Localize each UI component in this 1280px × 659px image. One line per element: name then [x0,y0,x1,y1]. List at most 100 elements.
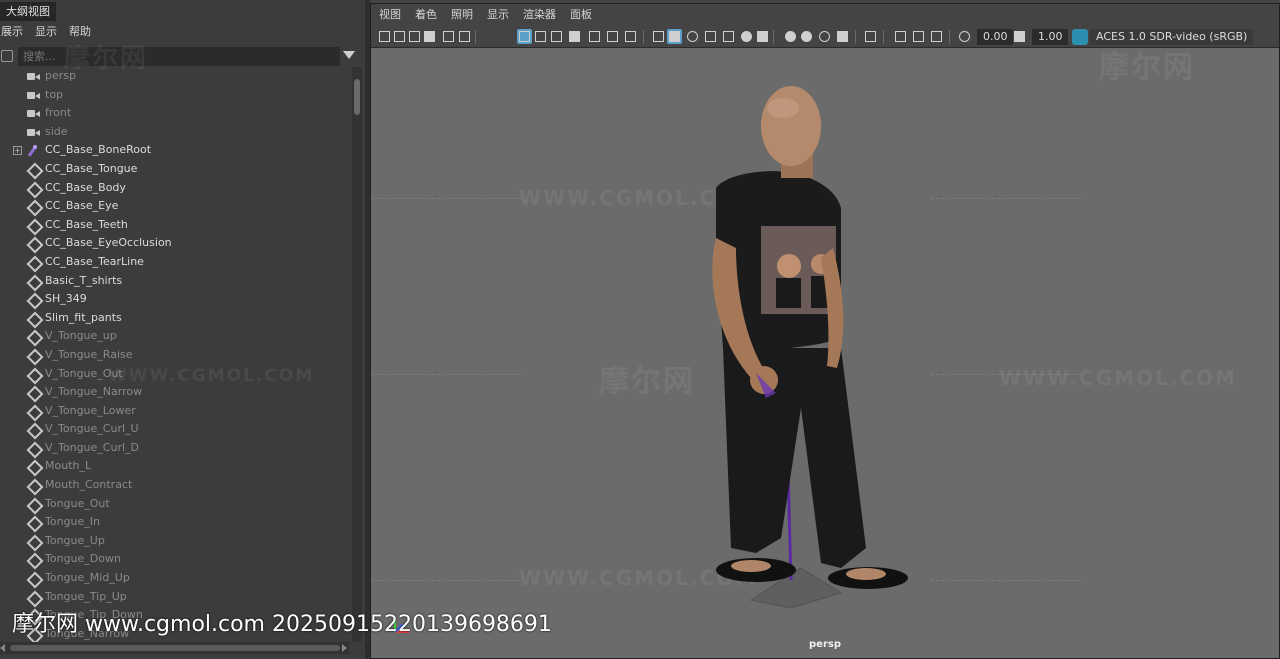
toolbar-glyph [379,31,390,42]
mesh-icon [27,276,41,287]
outliner-horizontal-scrollbar[interactable] [0,642,349,654]
outliner-item[interactable]: CC_Base_TearLine [0,253,349,272]
menu-view[interactable]: 视图 [379,4,401,26]
outliner-item[interactable]: front [0,104,349,123]
outliner-item-label: Mouth_Contract [45,478,133,492]
mesh-icon [27,406,41,417]
menu-shading[interactable]: 着色 [415,4,437,26]
outliner-item[interactable]: Mouth_L [0,457,349,476]
camera-gate-icon[interactable] [929,29,944,44]
outliner-item[interactable]: CC_Base_EyeOcclusion [0,234,349,253]
use-default-material-icon[interactable] [685,29,700,44]
smooth-shade-icon[interactable] [667,29,682,44]
outliner-title-tab[interactable]: 大纲视图 [0,2,56,21]
toolbar-separator [643,30,644,44]
film-gate-icon[interactable] [533,29,548,44]
search-dropdown-icon[interactable] [343,51,355,59]
outliner-item[interactable]: CC_Base_Body [0,179,349,198]
toolbar-glyph [757,31,768,42]
mesh-icon [27,220,41,231]
camera-icon [27,127,41,138]
outliner-item[interactable]: V_Tongue_up [0,327,349,346]
outliner-vertical-scrollbar[interactable] [352,67,362,642]
scroll-thumb[interactable] [354,79,360,115]
toolbar-glyph [409,31,420,42]
screen-space-ao-icon[interactable] [783,29,798,44]
expand-icon[interactable]: + [13,146,22,156]
motion-blur-icon[interactable] [799,29,814,44]
toolbar-glyph [741,31,752,42]
menu-panels[interactable]: 面板 [570,4,592,26]
select-camera-icon[interactable] [377,29,392,44]
grid-icon[interactable] [517,29,532,44]
grease-pencil-icon[interactable] [457,29,472,44]
color-management-icon[interactable] [1072,29,1088,45]
depth-of-field-icon[interactable] [835,29,850,44]
outliner-tree: persp top front side + CC_Base_BoneRoot CC_Bas… [0,67,349,642]
menu-show[interactable]: 显示 [35,22,57,41]
image-plane-icon[interactable] [422,29,437,44]
outliner-item[interactable]: CC_Base_Teeth [0,216,349,235]
lights-icon[interactable] [739,29,754,44]
resolution-gate-icon[interactable] [549,29,564,44]
gamma-icon[interactable] [1012,29,1027,44]
safe-action-icon[interactable] [605,29,620,44]
toolbar-glyph [865,31,876,42]
exposure-field[interactable]: 0.00 [977,29,1013,45]
toolbar-glyph [895,31,906,42]
xray-icon[interactable] [721,29,736,44]
outliner-item[interactable]: Tongue_In [0,513,349,532]
menu-renderer[interactable]: 渲染器 [523,4,556,26]
gate-mask-icon[interactable] [567,29,582,44]
safe-title-icon[interactable] [623,29,638,44]
wireframe-on-shaded-icon[interactable] [703,29,718,44]
shadows-icon[interactable] [755,29,770,44]
color-space-selector[interactable]: ACES 1.0 SDR-video (sRGB) [1090,29,1254,45]
toolbar-glyph [785,31,796,42]
scroll-thumb[interactable] [10,645,340,651]
outliner-item[interactable]: Mouth_Contract [0,476,349,495]
outliner-item[interactable]: Tongue_Out [0,495,349,514]
toolbar-glyph [394,31,405,42]
outliner-item[interactable]: Basic_T_shirts [0,272,349,291]
mesh-icon [27,294,41,305]
outliner-item[interactable]: V_Tongue_Lower [0,402,349,421]
filter-icon[interactable] [1,50,13,62]
outliner-item[interactable]: top [0,86,349,105]
character-model[interactable] [371,48,1279,658]
toolbar-glyph [801,31,812,42]
outliner-item[interactable]: CC_Base_Tongue [0,160,349,179]
menu-show[interactable]: 显示 [487,4,509,26]
outliner-item-label: Tongue_Out [45,496,110,510]
wireframe-icon[interactable] [651,29,666,44]
mesh-icon [27,238,41,249]
outliner-item[interactable]: + CC_Base_BoneRoot [0,141,349,160]
outliner-item[interactable]: V_Tongue_Curl_D [0,439,349,458]
xray-joints-icon[interactable] [893,29,908,44]
exposure-icon[interactable] [957,29,972,44]
outliner-item[interactable]: Tongue_Tip_Up [0,588,349,607]
outliner-item[interactable]: Tongue_Up [0,532,349,551]
outliner-item[interactable]: Slim_fit_pants [0,309,349,328]
outliner-item[interactable]: Tongue_Mid_Up [0,569,349,588]
outliner-item[interactable]: CC_Base_Eye [0,197,349,216]
outliner-item[interactable]: SH_349 [0,290,349,309]
camera-bookmark-icon[interactable] [407,29,422,44]
menu-display[interactable]: 展示 [1,22,23,41]
gamma-field[interactable]: 1.00 [1032,29,1068,45]
camera-attributes-icon[interactable] [392,29,407,44]
isolate-select-icon[interactable] [863,29,878,44]
scroll-right-icon[interactable] [342,644,347,652]
2d-pan-icon[interactable] [441,29,456,44]
menu-lighting[interactable]: 照明 [451,4,473,26]
xray-active-icon[interactable] [911,29,926,44]
viewport-scene[interactable]: WWW.CGMOL.COM WWW.CGMOL.COM WWW.CGMOL.CO… [371,48,1279,658]
scroll-left-icon[interactable] [0,644,5,652]
outliner-item[interactable]: persp [0,67,349,86]
anti-aliasing-icon[interactable] [817,29,832,44]
outliner-item[interactable]: Tongue_Down [0,550,349,569]
field-chart-icon[interactable] [587,29,602,44]
outliner-item[interactable]: V_Tongue_Raise [0,346,349,365]
outliner-item[interactable]: V_Tongue_Curl_U [0,420,349,439]
outliner-item[interactable]: side [0,123,349,142]
